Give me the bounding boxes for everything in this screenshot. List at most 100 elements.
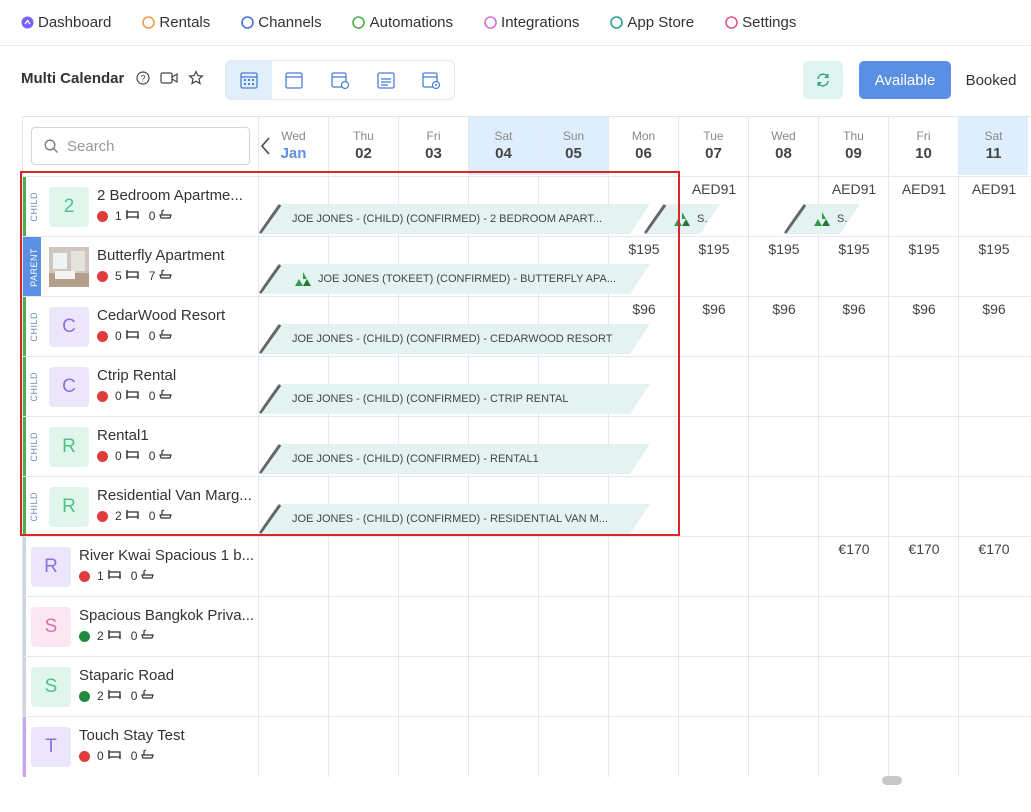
day-cell[interactable]: €170 xyxy=(888,537,958,597)
booked-toggle[interactable]: Booked xyxy=(951,61,1031,99)
day-cell[interactable] xyxy=(398,537,468,597)
day-cell[interactable] xyxy=(258,717,328,777)
day-cell[interactable] xyxy=(398,597,468,657)
day-cell[interactable] xyxy=(888,417,958,477)
day-cell[interactable] xyxy=(818,597,888,657)
day-cell[interactable] xyxy=(328,657,398,717)
day-cell[interactable]: $96 xyxy=(958,297,1028,357)
day-cell[interactable] xyxy=(748,417,818,477)
day-cell[interactable] xyxy=(258,657,328,717)
day-cell[interactable] xyxy=(258,597,328,657)
nav-item-channels[interactable]: Channels xyxy=(240,14,322,31)
day-cell[interactable] xyxy=(678,537,748,597)
booking-bar[interactable]: JOE JONES - (CHILD) (CONFIRMED) - CTRIP … xyxy=(258,384,650,414)
rental-info-cell[interactable]: CHILD 2 2 Bedroom Apartme... 1 0 xyxy=(23,177,258,237)
multi-calendar-view-button[interactable] xyxy=(226,61,272,99)
day-cell[interactable]: $195 xyxy=(678,237,748,297)
booking-bar[interactable]: JOE JONES - (CHILD) (CONFIRMED) - RESIDE… xyxy=(258,504,650,534)
nav-item-automations[interactable]: Automations xyxy=(352,14,453,31)
day-cell[interactable] xyxy=(328,717,398,777)
nav-item-settings[interactable]: Settings xyxy=(724,14,796,31)
day-cell[interactable] xyxy=(958,417,1028,477)
day-cell[interactable] xyxy=(748,657,818,717)
day-cell[interactable]: $96 xyxy=(818,297,888,357)
day-cell[interactable] xyxy=(888,597,958,657)
day-cell[interactable] xyxy=(678,417,748,477)
booking-bar[interactable]: JOE JONES (TOKEET) (CONFIRMED) - BUTTERF… xyxy=(258,264,650,294)
month-view-button[interactable] xyxy=(272,61,318,99)
rental-info-cell[interactable]: PARENT Butterfly Apartment 5 7 xyxy=(23,237,258,297)
day-cell[interactable] xyxy=(538,537,608,597)
day-cell[interactable]: €170 xyxy=(958,537,1028,597)
star-icon[interactable] xyxy=(188,70,204,91)
day-cell[interactable] xyxy=(748,597,818,657)
nav-item-rentals[interactable]: Rentals xyxy=(141,14,210,31)
day-cell[interactable] xyxy=(538,717,608,777)
horizontal-scrollbar[interactable] xyxy=(882,776,902,785)
day-cell[interactable] xyxy=(888,717,958,777)
day-cell[interactable] xyxy=(818,357,888,417)
booking-bar[interactable]: JOE JONES - (CHILD) (CONFIRMED) - CEDARW… xyxy=(258,324,650,354)
help-icon[interactable]: ? xyxy=(136,71,150,90)
planner-view-button[interactable] xyxy=(408,61,454,99)
day-cell[interactable]: AED91 xyxy=(888,177,958,237)
day-cell[interactable] xyxy=(328,537,398,597)
day-cell[interactable]: $195 xyxy=(818,237,888,297)
rental-info-cell[interactable]: CHILD C CedarWood Resort 0 0 xyxy=(23,297,258,357)
day-cell[interactable]: AED91 xyxy=(958,177,1028,237)
day-cell[interactable] xyxy=(678,477,748,537)
day-cell[interactable] xyxy=(468,657,538,717)
day-cell[interactable]: $96 xyxy=(678,297,748,357)
day-cell[interactable] xyxy=(468,717,538,777)
day-cell[interactable] xyxy=(958,597,1028,657)
day-cell[interactable] xyxy=(818,477,888,537)
day-cell[interactable] xyxy=(748,477,818,537)
rental-info-cell[interactable]: S Spacious Bangkok Priva... 2 0 xyxy=(23,597,258,657)
day-cell[interactable] xyxy=(258,537,328,597)
day-cell[interactable] xyxy=(678,597,748,657)
day-cell[interactable] xyxy=(468,537,538,597)
day-cell[interactable] xyxy=(608,597,678,657)
day-cell[interactable] xyxy=(468,597,538,657)
day-cell[interactable] xyxy=(958,717,1028,777)
day-cell[interactable] xyxy=(678,657,748,717)
list-view-button[interactable] xyxy=(363,61,409,99)
week-view-button[interactable] xyxy=(317,61,363,99)
day-cell[interactable]: €170 xyxy=(818,537,888,597)
day-cell[interactable] xyxy=(678,357,748,417)
day-cell[interactable] xyxy=(748,537,818,597)
day-cell[interactable] xyxy=(818,657,888,717)
day-cell[interactable]: $96 xyxy=(888,297,958,357)
booking-bar[interactable]: JOE JONES - (CHILD) (CONFIRMED) - 2 BEDR… xyxy=(258,204,650,234)
day-cell[interactable] xyxy=(818,417,888,477)
day-cell[interactable] xyxy=(538,657,608,717)
nav-item-dashboard[interactable]: Dashboard xyxy=(20,14,111,31)
day-cell[interactable]: $96 xyxy=(748,297,818,357)
day-cell[interactable] xyxy=(678,717,748,777)
day-cell[interactable]: $195 xyxy=(748,237,818,297)
day-cell[interactable] xyxy=(398,717,468,777)
video-icon[interactable] xyxy=(160,71,178,90)
day-cell[interactable] xyxy=(608,657,678,717)
rental-info-cell[interactable]: S Staparic Road 2 0 xyxy=(23,657,258,717)
rental-info-cell[interactable]: CHILD R Residential Van Marg... 2 0 xyxy=(23,477,258,537)
day-cell[interactable] xyxy=(818,717,888,777)
refresh-button[interactable] xyxy=(803,61,843,99)
day-cell[interactable] xyxy=(888,357,958,417)
available-toggle[interactable]: Available xyxy=(859,61,951,99)
search-input[interactable] xyxy=(67,137,227,155)
day-cell[interactable] xyxy=(958,657,1028,717)
day-cell[interactable] xyxy=(748,717,818,777)
day-cell[interactable] xyxy=(958,477,1028,537)
rental-info-cell[interactable]: CHILD R Rental1 0 0 xyxy=(23,417,258,477)
day-cell[interactable] xyxy=(888,657,958,717)
day-cell[interactable] xyxy=(888,477,958,537)
day-cell[interactable] xyxy=(608,537,678,597)
day-cell[interactable]: $195 xyxy=(888,237,958,297)
day-cell[interactable] xyxy=(958,357,1028,417)
nav-item-app-store[interactable]: App Store xyxy=(609,14,694,31)
day-cell[interactable] xyxy=(398,657,468,717)
booking-bar[interactable]: JOE JONES - (CHILD) (CONFIRMED) - RENTAL… xyxy=(258,444,650,474)
rental-info-cell[interactable]: R River Kwai Spacious 1 b... 1 0 xyxy=(23,537,258,597)
rental-info-cell[interactable]: CHILD C Ctrip Rental 0 0 xyxy=(23,357,258,417)
